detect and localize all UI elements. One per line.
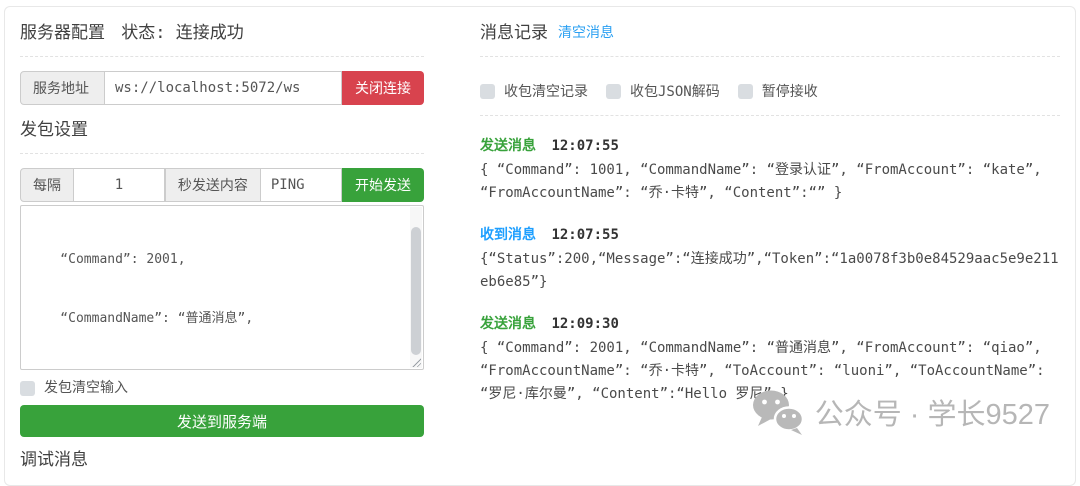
filter-label: 收包清空记录 <box>504 81 588 101</box>
divider <box>480 115 1060 116</box>
ping-content-input[interactable] <box>261 168 342 202</box>
wechat-icon <box>751 389 805 435</box>
filter-label: 暂停接收 <box>762 81 818 101</box>
clear-after-send-label: 发包清空输入 <box>44 380 128 396</box>
watermark: 公众号 · 学长9527 <box>751 389 1050 435</box>
message-body: {“Status”:200,“Message”:“连接成功”,“Token”:“… <box>480 248 1060 294</box>
server-config-title-text: 服务器配置 <box>20 23 105 43</box>
json-decode-checkbox[interactable] <box>606 84 621 99</box>
server-address-group: 服务地址 关闭连接 <box>20 71 424 105</box>
editor-scrollbar-thumb[interactable] <box>411 227 421 355</box>
divider <box>480 56 1060 57</box>
interval-input[interactable] <box>74 168 165 202</box>
message-log-column: 消息记录 清空消息 收包清空记录 收包JSON解码 暂停接收 发送消息 <box>480 21 1060 485</box>
send-to-server-button[interactable]: 发送到服务端 <box>20 405 424 437</box>
editor-line: “Command”: 2001, <box>29 250 401 270</box>
message-type-badge: 收到消息 <box>480 227 536 243</box>
clear-after-send-row: 发包清空输入 <box>20 380 424 396</box>
pause-receive-checkbox[interactable] <box>738 84 753 99</box>
message-item: 收到消息 12:07:55 {“Status”:200,“Message”:“连… <box>480 226 1060 294</box>
clear-after-send-checkbox[interactable] <box>20 381 35 396</box>
server-address-label: 服务地址 <box>20 71 105 105</box>
message-editor[interactable]: “Command”: 2001, “CommandName”: “普通消息”, … <box>20 205 424 370</box>
message-timestamp: 12:09:30 <box>551 316 618 332</box>
receive-filter-row: 收包清空记录 收包JSON解码 暂停接收 <box>480 81 1060 101</box>
interval-label: 每隔 <box>20 168 74 202</box>
server-config-title: 服务器配置 状态: 连接成功 <box>20 23 424 43</box>
server-address-input[interactable] <box>105 71 342 105</box>
filter-pause-receive: 暂停接收 <box>738 81 818 101</box>
close-connection-button[interactable]: 关闭连接 <box>342 71 424 105</box>
message-timestamp: 12:07:55 <box>551 138 618 154</box>
filter-label: 收包JSON解码 <box>630 81 720 101</box>
start-send-button[interactable]: 开始发送 <box>342 168 424 202</box>
clear-messages-link[interactable]: 清空消息 <box>558 22 614 42</box>
filter-clear-on-receive: 收包清空记录 <box>480 81 588 101</box>
message-timestamp: 12:07:55 <box>551 227 618 243</box>
server-config-column: 服务器配置 状态: 连接成功 服务地址 关闭连接 发包设置 每隔 秒发送内容 开… <box>20 21 424 485</box>
divider <box>20 56 424 57</box>
message-log-title: 消息记录 <box>480 23 548 43</box>
editor-line: “FromAccount”: “qiao”, <box>29 367 401 370</box>
main-panel: 服务器配置 状态: 连接成功 服务地址 关闭连接 发包设置 每隔 秒发送内容 开… <box>4 6 1076 486</box>
editor-scrollbar[interactable] <box>410 207 422 368</box>
send-settings-title: 发包设置 <box>20 120 424 140</box>
connection-status-text: 状态: 连接成功 <box>121 23 243 43</box>
message-type-badge: 发送消息 <box>480 316 536 332</box>
filter-json-decode: 收包JSON解码 <box>606 81 720 101</box>
interval-content-label: 秒发送内容 <box>165 168 261 202</box>
message-list: 发送消息 12:07:55 { “Command”: 1001, “Comman… <box>480 137 1060 406</box>
divider <box>20 153 424 154</box>
watermark-text: 公众号 · 学长9527 <box>815 391 1050 433</box>
auto-send-group: 每隔 秒发送内容 开始发送 <box>20 168 424 202</box>
message-log-header: 消息记录 清空消息 <box>480 21 1060 43</box>
debug-messages-title: 调试消息 <box>20 450 424 470</box>
message-type-badge: 发送消息 <box>480 138 536 154</box>
message-item: 发送消息 12:07:55 { “Command”: 1001, “Comman… <box>480 137 1060 205</box>
clear-on-receive-checkbox[interactable] <box>480 84 495 99</box>
editor-line: “CommandName”: “普通消息”, <box>29 309 401 329</box>
message-body: { “Command”: 1001, “CommandName”: “登录认证”… <box>480 159 1060 205</box>
